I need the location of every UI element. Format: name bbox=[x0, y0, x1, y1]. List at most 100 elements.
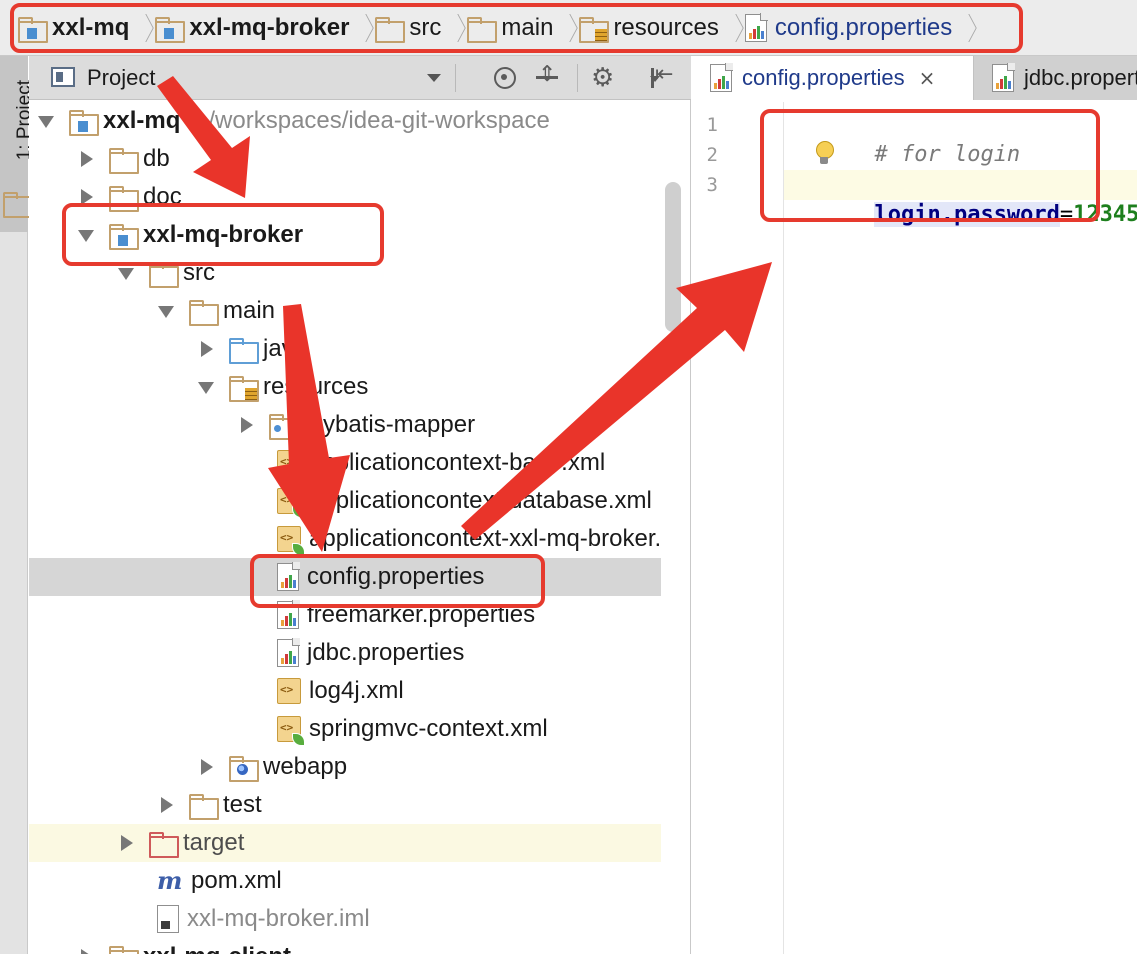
highlight-box-config-content bbox=[760, 109, 1100, 222]
tree-item-label: pom.xml bbox=[191, 867, 282, 894]
excluded-folder-icon bbox=[149, 832, 179, 858]
tree-item-label: log4j.xml bbox=[309, 677, 404, 704]
folder-icon bbox=[189, 300, 219, 326]
collapse-arrow-icon[interactable] bbox=[75, 140, 97, 178]
tree-item-applicationcontext-base-xml[interactable]: <> applicationcontext-base.xml bbox=[29, 444, 661, 482]
module-folder-icon bbox=[69, 110, 99, 136]
collapse-all-icon[interactable] bbox=[533, 62, 561, 92]
collapse-arrow-icon[interactable] bbox=[115, 824, 137, 862]
editor-gutter: 1 2 3 bbox=[692, 102, 784, 954]
hide-icon[interactable] bbox=[649, 62, 677, 92]
package-folder-icon bbox=[269, 414, 299, 440]
code-area[interactable]: # for login login.username=admin login.p… bbox=[784, 102, 1137, 954]
tree-item-springmvc-context-xml[interactable]: <> springmvc-context.xml bbox=[29, 710, 661, 748]
spring-xml-file-icon: <> bbox=[277, 450, 305, 480]
project-panel-header: Project ⚙ bbox=[29, 56, 691, 100]
maven-icon: m bbox=[157, 866, 183, 895]
toolbar-separator bbox=[577, 64, 578, 92]
tree-item-label: xxl-mq-client bbox=[143, 943, 291, 954]
tree-item-label: applicationcontext-database.xml bbox=[309, 487, 652, 514]
tree-item-java[interactable]: java bbox=[29, 330, 661, 368]
tree-item-xxl-mq-client[interactable]: xxl-mq-client bbox=[29, 938, 661, 954]
tree-item-resources[interactable]: resources bbox=[29, 368, 661, 406]
tree-item-pom-xml[interactable]: m pom.xml bbox=[29, 862, 661, 900]
folder-icon bbox=[109, 148, 139, 174]
toolbar-separator bbox=[455, 64, 456, 92]
source-folder-icon bbox=[229, 338, 259, 364]
tree-item-mybatis-mapper[interactable]: mybatis-mapper bbox=[29, 406, 661, 444]
iml-file-icon bbox=[157, 905, 179, 933]
locate-icon[interactable] bbox=[491, 64, 519, 92]
collapse-arrow-icon[interactable] bbox=[235, 406, 257, 444]
tree-item-label: mybatis-mapper bbox=[303, 411, 476, 438]
tree-item-label: java bbox=[263, 335, 308, 362]
collapse-arrow-icon[interactable] bbox=[75, 938, 97, 954]
line-number: 3 bbox=[706, 174, 718, 196]
spring-xml-file-icon: <> bbox=[277, 526, 305, 556]
project-panel: Project ⚙ xxl-mq ~/workspaces/idea-git-w… bbox=[29, 56, 691, 954]
tree-item-log4j-xml[interactable]: <> log4j.xml bbox=[29, 672, 661, 710]
line-number: 2 bbox=[706, 144, 718, 166]
gear-icon[interactable]: ⚙ bbox=[591, 64, 619, 92]
tree-item-target[interactable]: target bbox=[29, 824, 661, 862]
collapse-arrow-icon[interactable] bbox=[155, 786, 177, 824]
tree-item-db[interactable]: db bbox=[29, 140, 661, 178]
tree-item-label: webapp bbox=[263, 753, 348, 780]
tree-item-label: target bbox=[183, 829, 245, 856]
tree-item-webapp[interactable]: webapp bbox=[29, 748, 661, 786]
tree-item-label: main bbox=[223, 297, 276, 324]
tab-config-properties[interactable]: config.properties × bbox=[692, 56, 974, 100]
project-tool-window-button[interactable]: 1: Project bbox=[0, 56, 35, 232]
line-number: 1 bbox=[706, 114, 718, 136]
tree-item-label: test bbox=[223, 791, 262, 818]
project-view-icon bbox=[51, 67, 75, 87]
tree-item-path: ~/workspaces/idea-git-workspace bbox=[194, 107, 550, 134]
properties-file-icon bbox=[277, 638, 300, 667]
project-view-selector[interactable]: Project bbox=[87, 65, 155, 91]
xml-file-icon: <> bbox=[277, 678, 301, 704]
tree-item-label: springmvc-context.xml bbox=[309, 715, 548, 742]
tab-label: jdbc.properties bbox=[1024, 65, 1137, 90]
tab-jdbc-properties[interactable]: jdbc.properties bbox=[974, 56, 1137, 100]
expand-arrow-icon[interactable] bbox=[155, 292, 177, 330]
expand-arrow-icon[interactable] bbox=[195, 368, 217, 406]
spring-xml-file-icon: <> bbox=[277, 716, 305, 746]
tab-label: config.properties bbox=[742, 65, 905, 90]
collapse-arrow-icon[interactable] bbox=[195, 330, 217, 368]
folder-icon bbox=[189, 794, 219, 820]
tree-scrollbar-thumb[interactable] bbox=[665, 182, 681, 332]
tree-item-label: applicationcontext-xxl-mq-broker.xml bbox=[309, 525, 661, 552]
tool-window-strip: 1: Project bbox=[0, 56, 35, 954]
tree-item-xxl-mq[interactable]: xxl-mq ~/workspaces/idea-git-workspace bbox=[29, 102, 661, 140]
tree-item-xxl-mq-broker-iml[interactable]: xxl-mq-broker.iml bbox=[29, 900, 661, 938]
close-icon[interactable]: × bbox=[919, 66, 936, 90]
tree-item-test[interactable]: test bbox=[29, 786, 661, 824]
editor-tab-bar: config.properties × jdbc.properties bbox=[692, 56, 1137, 100]
expand-arrow-icon[interactable] bbox=[35, 102, 57, 140]
tree-item-main[interactable]: main bbox=[29, 292, 661, 330]
tree-item-label: xxl-mq-broker.iml bbox=[187, 905, 370, 932]
resources-folder-icon bbox=[229, 376, 259, 402]
tree-item-label: jdbc.properties bbox=[307, 639, 465, 666]
tree-item-jdbc-properties[interactable]: jdbc.properties bbox=[29, 634, 661, 672]
tree-item-label: db bbox=[143, 145, 170, 172]
properties-file-icon bbox=[992, 63, 1015, 92]
folder-icon bbox=[3, 192, 33, 218]
tree-item-applicationcontext-database-xml[interactable]: <> applicationcontext-database.xml bbox=[29, 482, 661, 520]
properties-file-icon bbox=[710, 63, 733, 92]
tree-item-label: applicationcontext-base.xml bbox=[309, 449, 606, 476]
collapse-arrow-icon[interactable] bbox=[195, 748, 217, 786]
highlight-box-config-file bbox=[250, 554, 545, 608]
web-folder-icon bbox=[229, 756, 259, 782]
spring-xml-file-icon: <> bbox=[277, 488, 305, 518]
tree-item-applicationcontext-xxl-mq-broker-xml[interactable]: <> applicationcontext-xxl-mq-broker.xml bbox=[29, 520, 661, 558]
chevron-down-icon[interactable] bbox=[427, 74, 441, 82]
highlight-box-breadcrumb bbox=[10, 3, 1023, 53]
